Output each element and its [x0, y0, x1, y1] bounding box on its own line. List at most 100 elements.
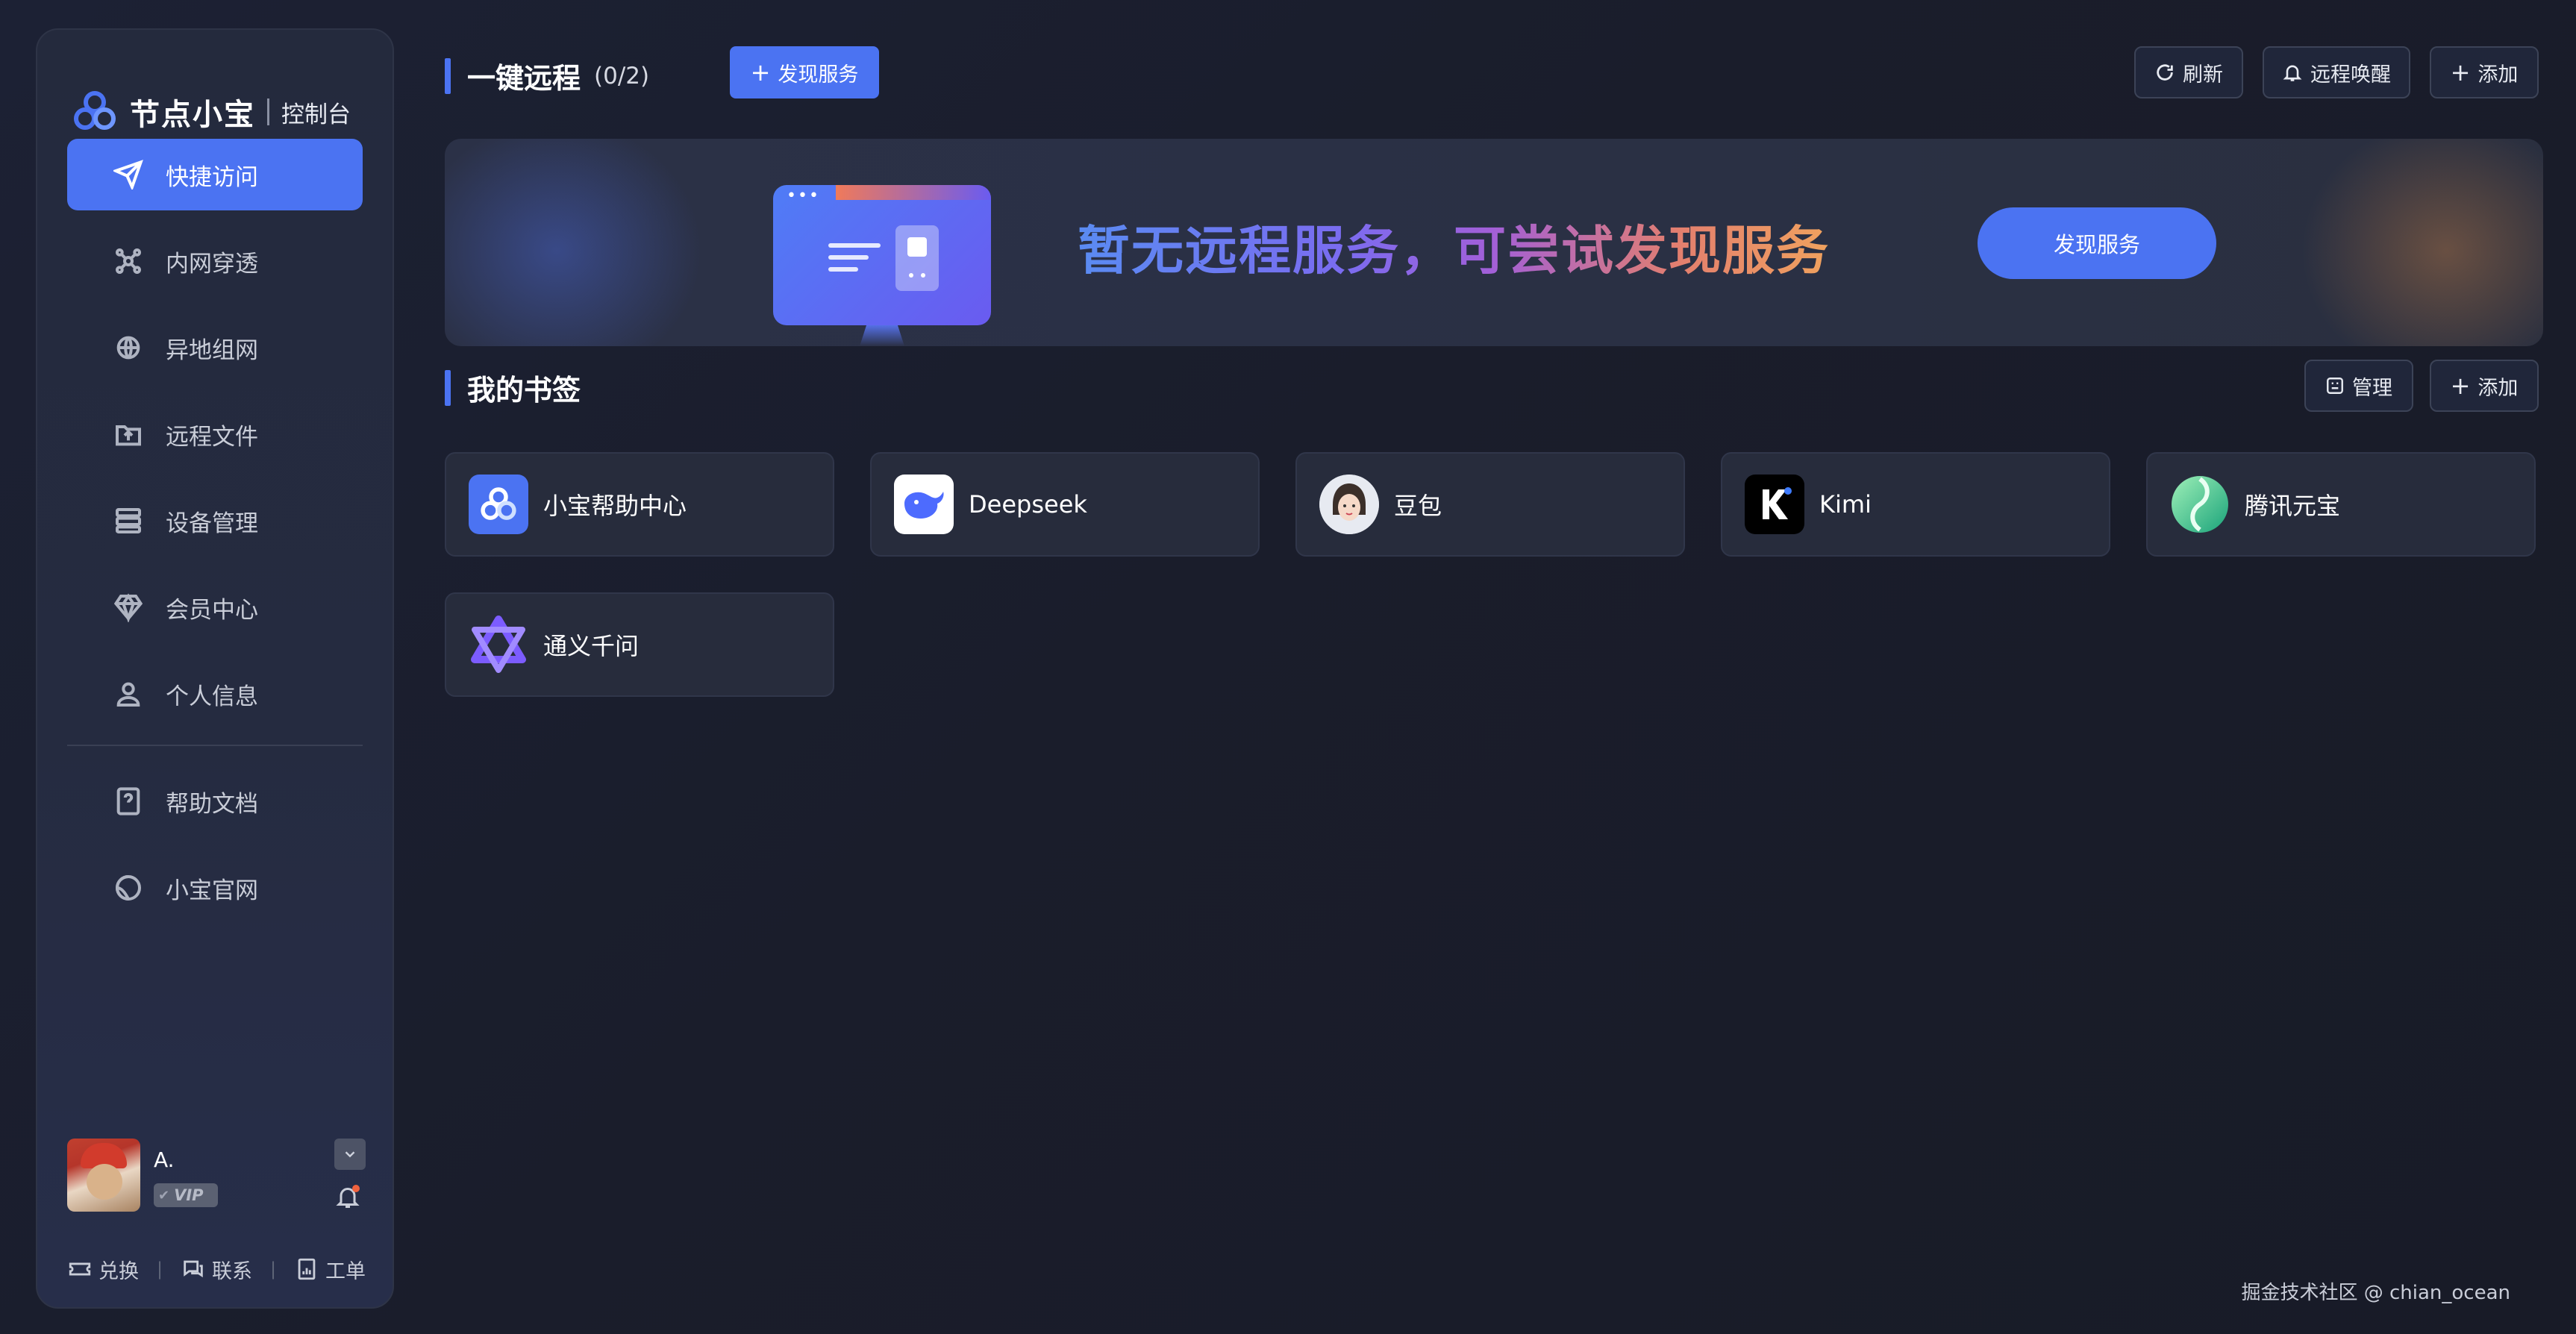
sidebar-nav: 快捷访问 内网穿透 异地组网 远程文件 设备管理 会员中心 个人信息 帮助文档 …: [67, 139, 363, 939]
sidebar-item-label: 会员中心: [166, 596, 258, 624]
bookmark-label: Deepseek: [969, 490, 1087, 519]
sidebar-item-help-docs[interactable]: 帮助文档: [67, 765, 363, 837]
watermark-text: 掘金技术社区 @ chian_ocean: [2241, 1282, 2510, 1304]
manage-label: 管理: [2352, 376, 2392, 400]
sidebar-item-label: 远程文件: [166, 423, 258, 451]
username: A.: [154, 1147, 175, 1172]
sidebar-item-device-management[interactable]: 设备管理: [67, 485, 363, 557]
chevron-down-icon: [345, 1151, 355, 1158]
main-content: 一键远程 (0/2) + 发现服务 刷新 远程唤醒 + 添加 ••• 暂无远程服…: [445, 0, 2543, 1334]
discover-service-button[interactable]: + 发现服务: [730, 46, 879, 98]
sidebar: 节点小宝 控制台 快捷访问 内网穿透 异地组网 远程文件 设备管理 会员中心 个…: [36, 28, 394, 1309]
sidebar-item-label: 异地组网: [166, 336, 258, 364]
bookmark-card[interactable]: Deepseek: [870, 452, 1260, 557]
remote-wake-button[interactable]: 远程唤醒: [2263, 46, 2410, 98]
brand-divider: [267, 98, 269, 125]
bell-icon: [2283, 65, 2302, 81]
sidebar-item-remote-files[interactable]: 远程文件: [67, 398, 363, 470]
xiaobao-logo-icon: [74, 91, 116, 130]
bookmark-card[interactable]: 豆包: [1295, 452, 1685, 557]
manage-icon: [2327, 378, 2343, 394]
monitor-illustration: •••: [773, 185, 991, 325]
remote-section-header: 一键远程 (0/2): [445, 55, 649, 96]
user-icon: [112, 677, 145, 710]
refresh-button[interactable]: 刷新: [2134, 46, 2243, 98]
bookmark-label: 通义千问: [543, 632, 640, 660]
refresh-label: 刷新: [2183, 63, 2223, 87]
ticket-label: 工单: [325, 1259, 366, 1283]
xiaobao-logo-icon: [469, 475, 528, 534]
notification-bell[interactable]: [334, 1183, 361, 1210]
add-remote-button[interactable]: + 添加: [2430, 46, 2539, 98]
user-menu-dropdown[interactable]: [334, 1139, 366, 1170]
plus-icon: +: [2450, 372, 2471, 400]
link-separator: |: [269, 1259, 277, 1280]
vip-badge: ✔ VIP: [154, 1183, 218, 1207]
sidebar-item-official-site[interactable]: 小宝官网: [67, 852, 363, 924]
bookmark-card[interactable]: 小宝帮助中心: [445, 452, 834, 557]
brand-console-label: 控制台: [281, 101, 351, 128]
bookmark-card[interactable]: 通义千问: [445, 592, 834, 697]
section-accent-bar: [445, 369, 451, 406]
vip-check-icon: ✔: [158, 1187, 170, 1203]
doubao-avatar-icon: [1319, 475, 1379, 534]
ticket-icon: [69, 1262, 91, 1276]
website-icon: [112, 871, 145, 904]
contact-label: 联系: [212, 1259, 252, 1283]
remote-wake-label: 远程唤醒: [2310, 63, 2391, 87]
contact-link[interactable]: 联系: [181, 1255, 252, 1284]
help-doc-icon: [112, 785, 145, 818]
sidebar-item-quick-access[interactable]: 快捷访问: [67, 139, 363, 210]
bookmark-label: 腾讯元宝: [2245, 492, 2341, 520]
network-nodes-icon: [112, 245, 145, 278]
remote-count: (0/2): [594, 62, 650, 90]
globe-link-icon: [112, 331, 145, 364]
plus-icon: +: [2450, 58, 2471, 87]
banner-discover-button[interactable]: 发现服务: [1978, 207, 2216, 279]
bookmark-label: 豆包: [1394, 492, 1442, 520]
bookmarks-section-header: 我的书签: [445, 367, 581, 408]
bookmark-card[interactable]: Kimi: [1721, 452, 2110, 557]
link-separator: |: [156, 1259, 163, 1280]
kimi-logo-icon: [1745, 475, 1804, 534]
ticket-link[interactable]: 工单: [294, 1255, 366, 1284]
sidebar-item-personal-info[interactable]: 个人信息: [67, 658, 363, 730]
report-icon: [298, 1258, 316, 1280]
empty-remote-message: 暂无远程服务，可尝试发现服务: [1078, 209, 1830, 284]
diamond-icon: [112, 591, 145, 624]
notification-dot: [352, 1185, 360, 1192]
sidebar-item-label: 设备管理: [166, 510, 258, 537]
redeem-label: 兑换: [99, 1259, 139, 1283]
chat-icon: [184, 1260, 203, 1278]
plus-icon: +: [750, 58, 771, 87]
sidebar-item-intranet-penetration[interactable]: 内网穿透: [67, 225, 363, 297]
add-remote-label: 添加: [2477, 63, 2519, 87]
deepseek-whale-icon: [894, 475, 954, 534]
sidebar-divider: [67, 745, 363, 746]
sidebar-item-remote-network[interactable]: 异地组网: [67, 312, 363, 383]
add-bookmark-button[interactable]: + 添加: [2430, 360, 2539, 412]
brand-name: 节点小宝: [130, 98, 255, 132]
vip-badge-text: VIP: [174, 1186, 204, 1204]
sidebar-item-label: 个人信息: [166, 683, 258, 710]
bookmarks-section-title: 我的书签: [467, 374, 581, 407]
sidebar-item-label: 内网穿透: [166, 250, 258, 278]
manage-bookmarks-button[interactable]: 管理: [2304, 360, 2413, 412]
paper-plane-icon: [112, 158, 145, 191]
avatar[interactable]: [67, 1139, 140, 1212]
discover-service-label: 发现服务: [778, 63, 859, 87]
sidebar-item-member-center[interactable]: 会员中心: [67, 572, 363, 643]
user-panel: A. ✔ VIP: [67, 1139, 366, 1216]
bottom-links: 兑换 | 联系 | 工单: [67, 1250, 366, 1288]
bookmark-label: 小宝帮助中心: [543, 492, 687, 520]
yuanbao-logo-icon: [2170, 475, 2230, 534]
sidebar-item-label: 小宝官网: [166, 877, 258, 904]
redeem-link[interactable]: 兑换: [67, 1255, 139, 1284]
tongyi-logo-icon: [469, 615, 528, 674]
server-list-icon: [112, 504, 145, 537]
bookmark-label: Kimi: [1819, 490, 1872, 519]
sidebar-item-label: 帮助文档: [166, 790, 258, 818]
refresh-icon: [2157, 64, 2173, 81]
sidebar-item-label: 快捷访问: [166, 163, 258, 191]
bookmark-card[interactable]: 腾讯元宝: [2146, 452, 2536, 557]
